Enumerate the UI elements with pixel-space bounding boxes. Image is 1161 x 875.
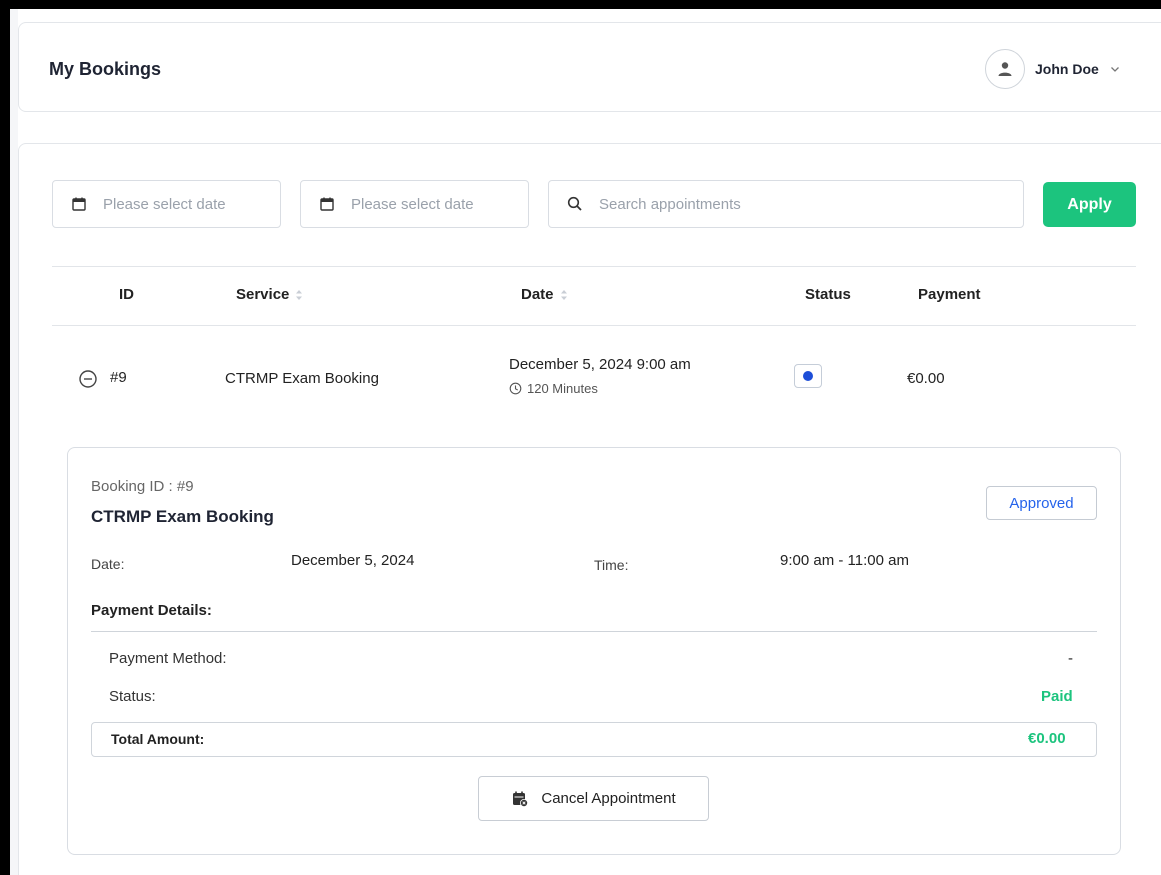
payment-divider (91, 631, 1097, 632)
search-icon (567, 196, 583, 212)
status-dot (803, 371, 813, 381)
payment-status-label: Status: (109, 688, 156, 705)
window-frame-left (0, 0, 10, 875)
column-header-label: Service (236, 286, 290, 303)
user-icon (998, 62, 1012, 76)
column-header-label: Date (521, 286, 554, 303)
minus-circle-icon[interactable] (78, 369, 98, 389)
row-service: CTRMP Exam Booking (225, 370, 379, 387)
chevron-down-icon[interactable] (1109, 63, 1121, 75)
table-header-divider (52, 325, 1136, 326)
status-badge: Approved (986, 486, 1097, 520)
time-value: 9:00 am - 11:00 am (780, 552, 909, 569)
duration-text: 120 Minutes (527, 381, 598, 396)
user-menu[interactable]: John Doe (985, 49, 1121, 89)
date-label: Date: (91, 556, 125, 572)
payment-method-value: - (1068, 650, 1073, 667)
page-header: My Bookings John Doe (18, 22, 1161, 112)
payment-method-label: Payment Method: (109, 650, 227, 667)
cancel-appointment-label: Cancel Appointment (541, 790, 676, 807)
clock-icon (509, 382, 522, 395)
search-input[interactable]: Search appointments (548, 180, 1024, 228)
calendar-x-icon (511, 790, 529, 808)
start-date-input[interactable]: Please select date (52, 180, 281, 228)
end-date-placeholder: Please select date (351, 195, 474, 213)
search-placeholder: Search appointments (599, 195, 741, 213)
detail-service-title: CTRMP Exam Booking (91, 507, 274, 526)
user-name: John Doe (1035, 61, 1099, 77)
cancel-appointment-button[interactable]: Cancel Appointment (478, 776, 709, 821)
row-payment: €0.00 (907, 370, 945, 387)
window-gutter (10, 9, 18, 875)
avatar[interactable] (985, 49, 1025, 89)
column-header-id: ID (119, 286, 134, 303)
sort-icon[interactable] (295, 288, 303, 302)
column-header-date[interactable]: Date (521, 286, 568, 303)
column-header-service[interactable]: Service (236, 286, 303, 303)
column-header-payment: Payment (918, 286, 981, 303)
total-amount-value: €0.00 (1028, 730, 1066, 747)
payment-details-heading: Payment Details: (91, 602, 212, 619)
apply-button[interactable]: Apply (1043, 182, 1136, 227)
row-date: December 5, 2024 9:00 am (509, 356, 691, 373)
window-frame-top (0, 0, 1161, 9)
total-amount-label: Total Amount: (111, 731, 205, 747)
time-label: Time: (594, 557, 629, 573)
row-id: #9 (110, 369, 127, 386)
calendar-icon (319, 196, 335, 212)
start-date-placeholder: Please select date (103, 195, 226, 213)
calendar-icon (71, 196, 87, 212)
table-top-divider (52, 266, 1136, 267)
status-indicator[interactable] (794, 364, 822, 388)
row-duration: 120 Minutes (509, 381, 598, 396)
payment-status-value: Paid (1041, 688, 1073, 705)
total-amount-box (91, 722, 1097, 757)
column-header-status: Status (805, 286, 851, 303)
end-date-input[interactable]: Please select date (300, 180, 529, 228)
date-value: December 5, 2024 (291, 552, 415, 569)
booking-id-label: Booking ID : #9 (91, 478, 194, 495)
page-title: My Bookings (49, 59, 162, 79)
sort-icon[interactable] (560, 288, 568, 302)
